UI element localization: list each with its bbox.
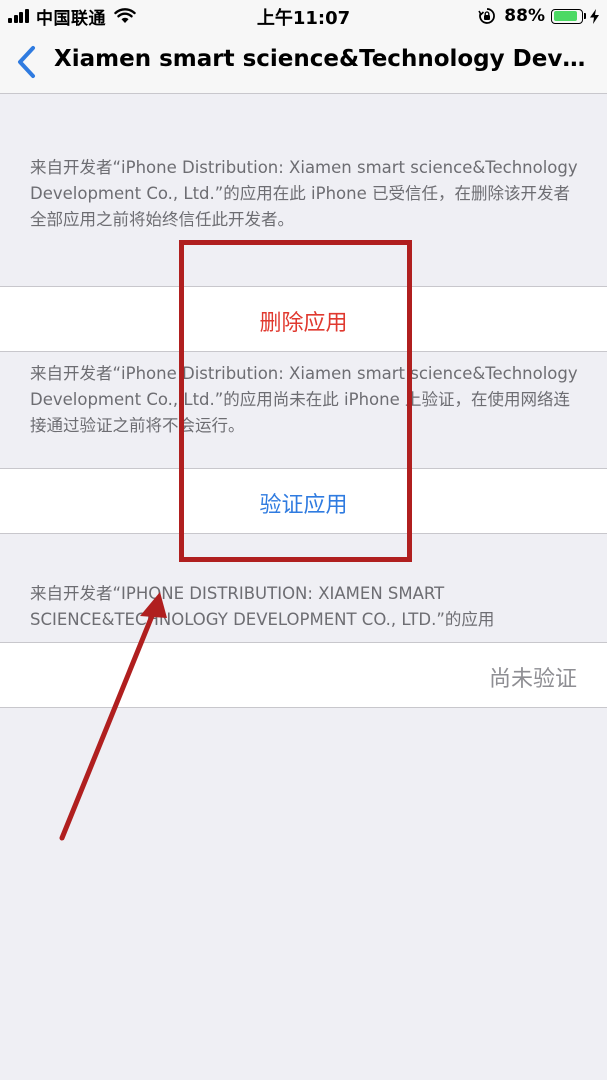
battery-level xyxy=(553,11,577,21)
battery-tip xyxy=(584,13,586,19)
verify-apps-label: 验证应用 xyxy=(259,493,348,518)
trusted-footnote: 来自开发者“iPhone Distribution: Xiamen smart … xyxy=(30,158,578,229)
navigation-bar: Xiamen smart science&Technology Develop.… xyxy=(0,32,607,94)
apps-section-header: 来自开发者“IPHONE DISTRIBUTION: XIAMEN SMART … xyxy=(30,584,495,629)
verify-apps-cell[interactable]: 验证应用 xyxy=(0,468,607,534)
chevron-left-icon xyxy=(18,46,35,78)
back-button[interactable] xyxy=(14,44,44,80)
charging-bolt-icon xyxy=(590,8,599,24)
status-right: 88% xyxy=(478,5,599,27)
delete-apps-label: 删除应用 xyxy=(259,311,348,336)
rotation-lock-icon xyxy=(478,8,496,24)
page-title: Xiamen smart science&Technology Develop.… xyxy=(54,46,595,72)
app-status-label: 尚未验证 xyxy=(488,667,577,692)
status-bar: 中国联通 上午11:07 88% xyxy=(0,0,607,32)
battery-percent: 88% xyxy=(504,6,545,26)
battery-icon xyxy=(551,8,583,24)
verify-footnote: 来自开发者“iPhone Distribution: Xiamen smart … xyxy=(30,364,578,435)
delete-apps-cell[interactable]: 删除应用 xyxy=(0,286,607,352)
app-list-item[interactable]: 尚未验证 xyxy=(0,642,607,708)
